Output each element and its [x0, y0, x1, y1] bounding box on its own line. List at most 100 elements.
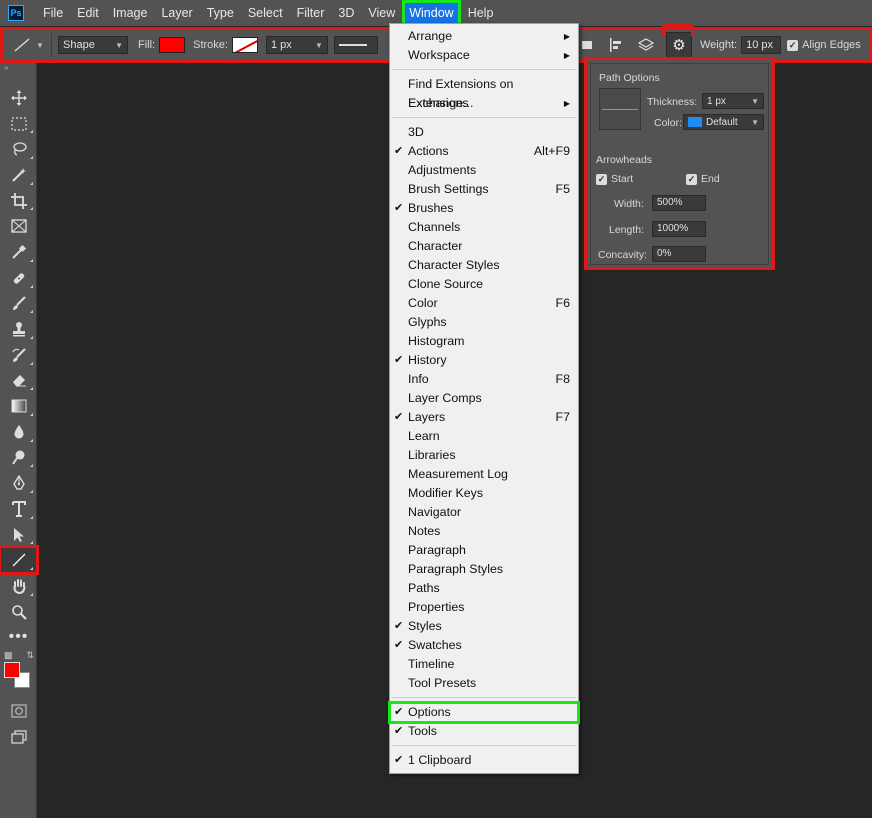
start-checkbox[interactable]: ✓ Start — [596, 173, 633, 185]
menu-item-3d[interactable]: 3D — [390, 123, 578, 142]
menu-item-measurement-log[interactable]: Measurement Log — [390, 465, 578, 484]
menu-item-options[interactable]: ✔ Options — [388, 701, 580, 724]
menu-edit[interactable]: Edit — [70, 0, 106, 26]
path-arrangement-icon[interactable] — [578, 33, 596, 57]
default-colors-icon[interactable]: ▩ — [4, 650, 13, 662]
menu-item-arrange[interactable]: Arrange ▶ — [390, 27, 578, 46]
line-tool[interactable] — [0, 545, 39, 576]
history-brush-tool[interactable] — [0, 342, 37, 368]
menu-select[interactable]: Select — [241, 0, 290, 26]
path-operations-icon[interactable] — [634, 33, 658, 57]
menu-item-histogram[interactable]: Histogram — [390, 332, 578, 351]
marquee-tool[interactable] — [0, 111, 37, 137]
stroke-type-select[interactable] — [333, 36, 378, 54]
dodge-tool[interactable] — [0, 445, 37, 471]
menu-item-styles[interactable]: ✔ Styles — [390, 617, 578, 636]
path-options-gear-button[interactable]: ⚙ — [662, 24, 694, 58]
zoom-tool[interactable] — [0, 599, 37, 625]
menu-item-learn[interactable]: Learn — [390, 427, 578, 446]
brush-tool[interactable] — [0, 291, 37, 317]
menu-item-label: Layer Comps — [408, 391, 482, 405]
menu-item-color[interactable]: Color F6 — [390, 294, 578, 313]
menu-item-history[interactable]: ✔ History — [390, 351, 578, 370]
end-checkbox[interactable]: ✓ End — [686, 173, 720, 185]
color-label: Color: — [654, 117, 683, 129]
screen-mode-button[interactable] — [0, 724, 37, 750]
color-select[interactable]: Default ▼ — [683, 114, 764, 130]
frame-tool[interactable] — [0, 213, 37, 239]
menu-file[interactable]: File — [36, 0, 70, 26]
menu-item-paragraph[interactable]: Paragraph — [390, 541, 578, 560]
menu-item-paths[interactable]: Paths — [390, 579, 578, 598]
menu-filter[interactable]: Filter — [290, 0, 332, 26]
crop-tool[interactable] — [0, 188, 37, 214]
arrow-width-input[interactable]: 500% — [652, 195, 706, 211]
fill-color-swatch[interactable] — [159, 37, 186, 53]
menu-item-tools[interactable]: ✔ Tools — [390, 722, 578, 741]
menu-item-navigator[interactable]: Navigator — [390, 503, 578, 522]
type-tool[interactable] — [0, 496, 37, 522]
end-label: End — [701, 173, 720, 185]
menu-item-channels[interactable]: Channels — [390, 218, 578, 237]
foreground-color-swatch[interactable] — [4, 662, 20, 679]
stroke-color-swatch[interactable] — [231, 37, 258, 53]
menu-item-label: Measurement Log — [408, 467, 508, 481]
lasso-icon — [12, 142, 27, 156]
gear-icon: ⚙ — [672, 37, 686, 54]
menu-item-swatches[interactable]: ✔ Swatches — [390, 636, 578, 655]
menu-item-properties[interactable]: Properties — [390, 598, 578, 617]
menu-type[interactable]: Type — [200, 0, 241, 26]
edit-toolbar-button[interactable]: ••• — [0, 624, 37, 650]
clone-stamp-tool[interactable] — [0, 316, 37, 342]
arrow-length-input[interactable]: 1000% — [652, 221, 706, 237]
menu-item-layer-comps[interactable]: Layer Comps — [390, 389, 578, 408]
path-alignment-icon[interactable] — [604, 33, 628, 57]
menu-item-glyphs[interactable]: Glyphs — [390, 313, 578, 332]
swap-colors-icon[interactable]: ⇅ — [26, 650, 34, 662]
line-tool-preset-icon[interactable]: ▼ — [11, 33, 45, 57]
magic-wand-tool[interactable] — [0, 162, 37, 188]
collapse-toolbar-icon[interactable]: » — [0, 63, 36, 73]
menu-item-character-styles[interactable]: Character Styles — [390, 256, 578, 275]
tool-flyout-indicator — [30, 438, 33, 442]
gradient-tool[interactable] — [0, 393, 37, 419]
menu-item-notes[interactable]: Notes — [390, 522, 578, 541]
weight-input[interactable]: 10 px — [741, 36, 782, 54]
align-edges-checkbox[interactable]: ✓ Align Edges — [787, 39, 861, 51]
menu-item-clone-source[interactable]: Clone Source — [390, 275, 578, 294]
menu-item-modifier-keys[interactable]: Modifier Keys — [390, 484, 578, 503]
menu-item-brushes[interactable]: ✔ Brushes — [390, 199, 578, 218]
menu-item-tool-presets[interactable]: Tool Presets — [390, 674, 578, 693]
menu-layer[interactable]: Layer — [154, 0, 199, 26]
menu-item-workspace[interactable]: Workspace ▶ — [390, 46, 578, 65]
menu-item-libraries[interactable]: Libraries — [390, 446, 578, 465]
stroke-width-select[interactable]: 1 px ▼ — [265, 36, 328, 54]
menu-item-find-extensions-on-exchange[interactable]: Find Extensions on Exchange... — [390, 75, 578, 110]
menu-item-info[interactable]: Info F8 — [390, 370, 578, 389]
healing-brush-tool[interactable] — [0, 265, 37, 291]
concavity-input[interactable]: 0% — [652, 246, 706, 262]
menu-item-1-clipboard[interactable]: ✔ 1 Clipboard — [390, 751, 578, 770]
blur-tool[interactable] — [0, 419, 37, 445]
menu-item-brush-settings[interactable]: Brush Settings F5 — [390, 180, 578, 199]
eraser-tool[interactable] — [0, 368, 37, 394]
move-tool[interactable] — [0, 85, 37, 111]
menu-3d[interactable]: 3D — [331, 0, 361, 26]
path-selection-tool[interactable] — [0, 522, 37, 548]
quick-mask-button[interactable] — [0, 698, 37, 724]
lasso-tool[interactable] — [0, 136, 37, 162]
pen-tool[interactable] — [0, 470, 37, 496]
menu-item-actions[interactable]: ✔ Actions Alt+F9 — [390, 142, 578, 161]
menu-item-label: Channels — [408, 220, 461, 234]
menu-item-character[interactable]: Character — [390, 237, 578, 256]
menu-image[interactable]: Image — [106, 0, 155, 26]
hand-tool[interactable] — [0, 573, 37, 599]
menu-item-adjustments[interactable]: Adjustments — [390, 161, 578, 180]
menu-item-extensions[interactable]: Extensions ▶ — [390, 94, 578, 113]
menu-item-paragraph-styles[interactable]: Paragraph Styles — [390, 560, 578, 579]
tool-mode-select[interactable]: Shape ▼ — [58, 36, 128, 54]
menu-item-layers[interactable]: ✔ Layers F7 — [390, 408, 578, 427]
thickness-select[interactable]: 1 px ▼ — [702, 93, 764, 109]
eyedropper-tool[interactable] — [0, 239, 37, 265]
menu-item-timeline[interactable]: Timeline — [390, 655, 578, 674]
